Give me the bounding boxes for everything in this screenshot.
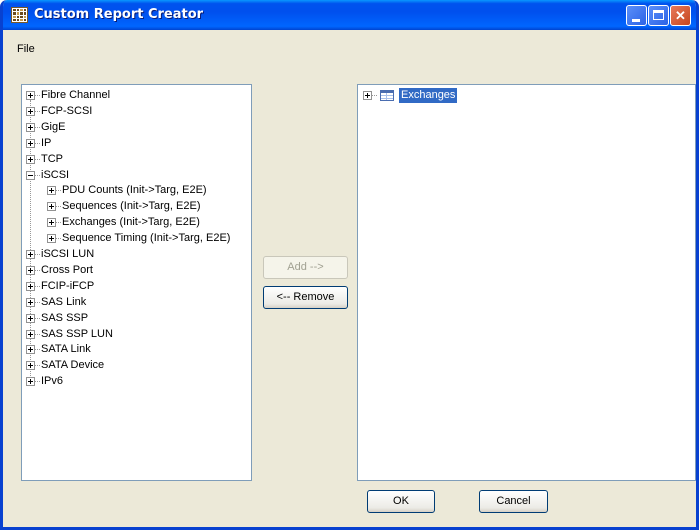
remove-button[interactable]: <-- Remove xyxy=(263,286,348,309)
table-icon xyxy=(380,90,394,101)
selected-tree-node-label: Exchanges xyxy=(399,88,458,103)
tree-node-label: PDU Counts (Init->Targ, E2E) xyxy=(62,184,207,197)
close-button[interactable]: ✕ xyxy=(670,5,691,26)
tree-node-label: FCIP-iFCP xyxy=(41,279,95,292)
minimize-button[interactable] xyxy=(626,5,647,26)
expand-icon[interactable] xyxy=(26,313,35,323)
expand-icon[interactable] xyxy=(26,250,35,259)
expand-icon[interactable] xyxy=(26,91,35,100)
menu-file[interactable]: File xyxy=(17,43,35,55)
app-icon xyxy=(11,7,28,23)
expand-icon[interactable] xyxy=(26,154,35,164)
expand-icon[interactable] xyxy=(26,345,35,355)
expand-icon[interactable] xyxy=(26,361,35,371)
expand-icon[interactable] xyxy=(47,202,56,212)
ok-button[interactable]: OK xyxy=(367,490,435,513)
maximize-icon xyxy=(653,10,664,20)
maximize-button[interactable] xyxy=(648,5,669,26)
expand-icon[interactable] xyxy=(26,106,35,116)
tree-node-label: SAS SSP LUN xyxy=(41,327,113,340)
tree-node-label: Sequence Timing (Init->Targ, E2E) xyxy=(62,232,231,245)
expand-icon[interactable] xyxy=(47,186,56,196)
expand-icon[interactable] xyxy=(26,122,35,132)
selected-reports-tree[interactable]: Exchanges xyxy=(357,84,696,481)
tree-node-label: SAS Link xyxy=(41,295,87,308)
tree-node-label: FCP-SCSI xyxy=(41,104,93,117)
expand-icon[interactable] xyxy=(26,297,35,307)
custom-report-creator-window: Custom Report Creator ✕ File Fibre Chann… xyxy=(0,0,699,530)
expand-icon[interactable] xyxy=(26,281,35,291)
menu-bar: File xyxy=(3,30,696,63)
tree-node-label: TCP xyxy=(41,152,63,165)
tree-node-label: iSCSI xyxy=(41,168,70,181)
cancel-button[interactable]: Cancel xyxy=(479,490,548,513)
tree-node-label: Cross Port xyxy=(41,263,93,276)
expand-icon[interactable] xyxy=(26,138,35,148)
title-bar[interactable]: Custom Report Creator ✕ xyxy=(3,0,696,30)
expand-icon[interactable] xyxy=(26,329,35,339)
tree-node-label: SATA Link xyxy=(41,343,91,356)
tree-node-label: Fibre Channel xyxy=(41,89,111,101)
expand-icon[interactable] xyxy=(47,218,56,228)
expand-icon[interactable] xyxy=(26,377,35,387)
tree-node-label: iSCSI LUN xyxy=(41,248,95,260)
expand-icon[interactable] xyxy=(363,91,372,100)
expand-icon[interactable] xyxy=(26,265,35,275)
tree-node-label: SAS SSP xyxy=(41,311,89,324)
tree-node-label: Sequences (Init->Targ, E2E) xyxy=(62,200,201,213)
expand-icon[interactable] xyxy=(47,234,56,244)
collapse-icon[interactable] xyxy=(26,170,35,180)
minimize-icon xyxy=(632,19,640,22)
close-icon: ✕ xyxy=(675,8,686,23)
tree-node-label: IP xyxy=(41,136,52,149)
tree-node-label: SATA Device xyxy=(41,359,105,372)
tree-node-label: IPv6 xyxy=(41,375,64,388)
tree-node-label: GigE xyxy=(41,120,66,133)
available-reports-tree[interactable]: Fibre Channel FCP-SCSI GigE IP TCP iSCSI PDU C… xyxy=(21,84,252,481)
tree-node-label: Exchanges (Init->Targ, E2E) xyxy=(62,216,200,229)
window-title: Custom Report Creator xyxy=(34,7,204,22)
add-button[interactable]: Add --> xyxy=(263,256,348,279)
